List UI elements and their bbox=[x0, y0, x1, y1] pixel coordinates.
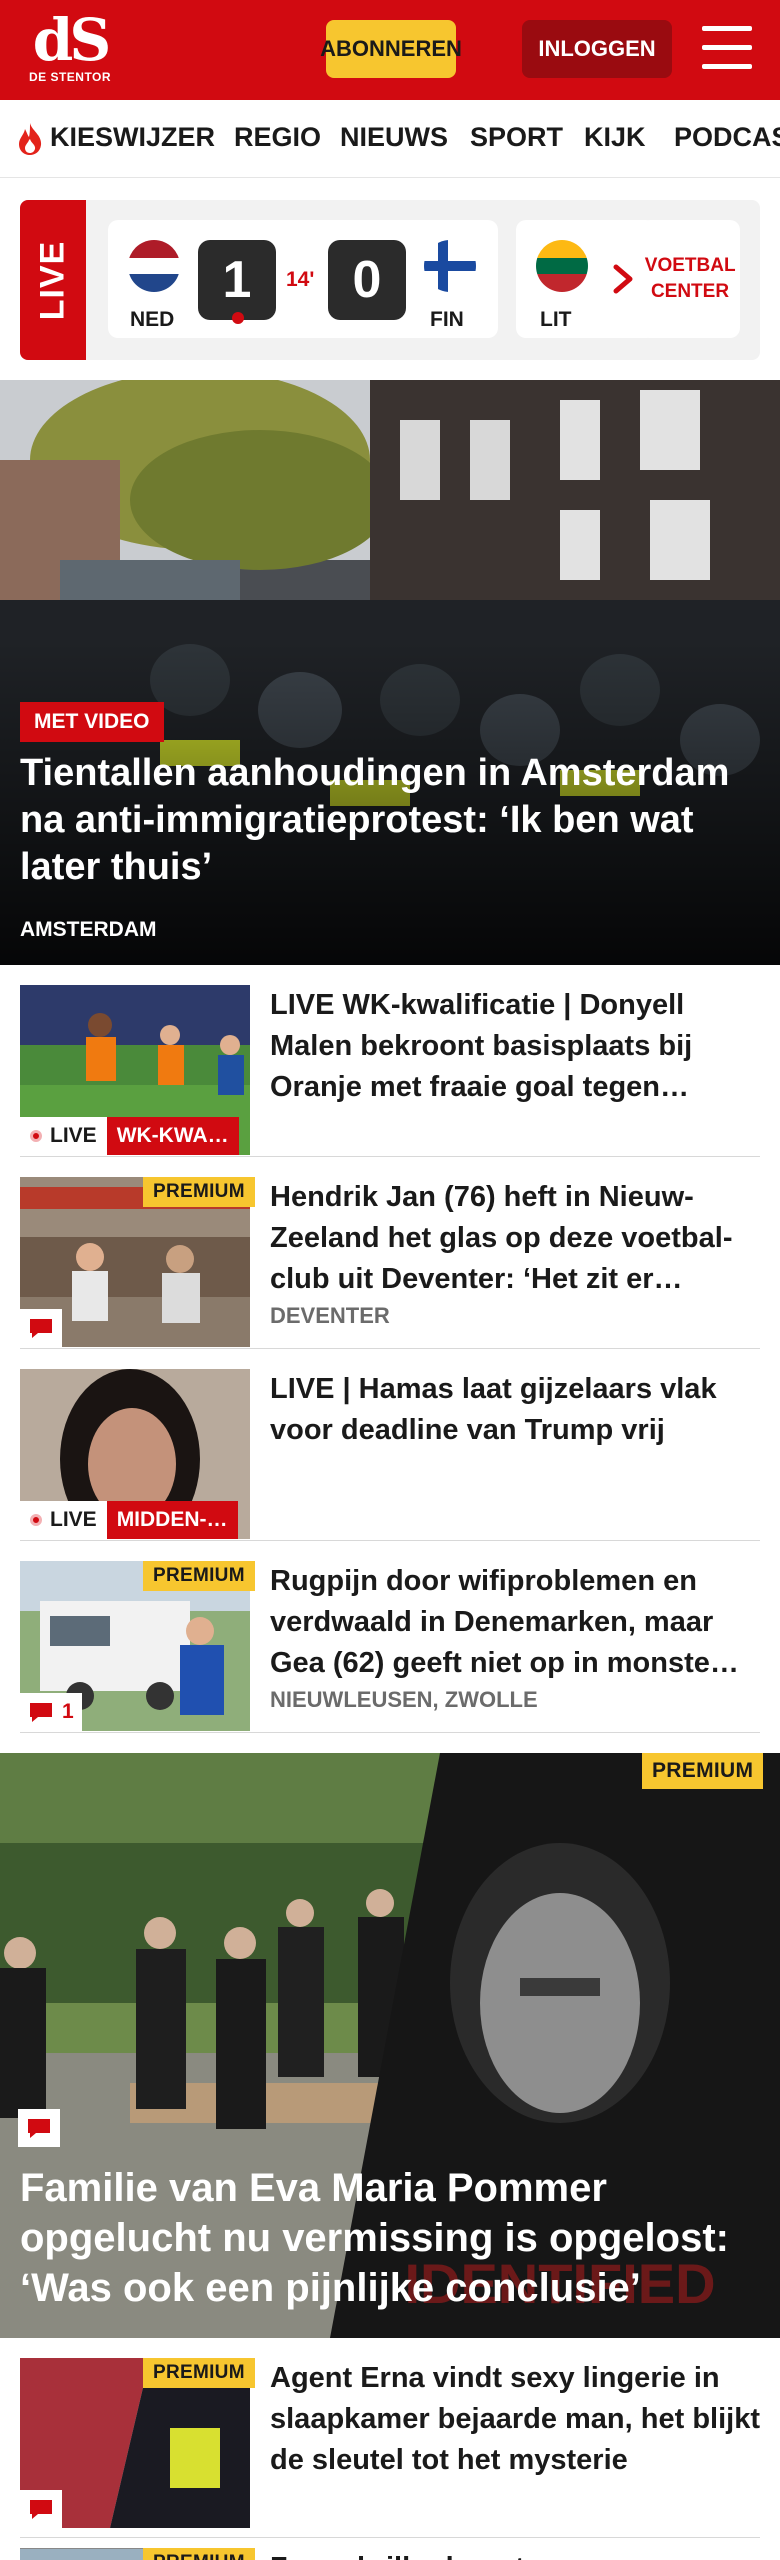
logo-subtitle: DE STENTOR bbox=[28, 70, 112, 84]
comment-icon bbox=[30, 1703, 52, 1722]
list-item[interactable]: PREMIUM Agent Erna vindt sexy lingerie i… bbox=[20, 2338, 760, 2538]
nav-item-podcast[interactable]: PODCAST bbox=[674, 122, 780, 153]
comment-icon bbox=[30, 1319, 52, 1338]
live-dot-icon bbox=[30, 1130, 42, 1142]
nav-item-nieuws[interactable]: NIEUWS bbox=[340, 122, 448, 153]
subscribe-button[interactable]: ABONNEREN bbox=[320, 20, 462, 78]
list-item[interactable]: PREMIUM Hendrik Jan (76) heft in Nieuw-Z… bbox=[20, 1157, 760, 1349]
feature-article[interactable]: IDENTIFIED PREMIUM Familie van Eva Maria… bbox=[0, 1753, 780, 2338]
login-button[interactable]: INLOGGEN bbox=[522, 20, 672, 78]
premium-badge: PREMIUM bbox=[143, 2358, 255, 2388]
home-score: 1 bbox=[198, 240, 276, 320]
nav-item-kieswijzer[interactable]: KIESWIJZER bbox=[50, 122, 215, 153]
scoring-dot bbox=[232, 312, 244, 324]
list-item[interactable]: LIVE WK-KWA… LIVE WK-kwalificatie | Dony… bbox=[20, 965, 760, 1157]
flame-icon bbox=[19, 123, 42, 155]
live-tag: LIVE bbox=[20, 200, 86, 360]
voetbal-center-button[interactable]: VOETBAL CENTER bbox=[640, 220, 740, 338]
comments-badge bbox=[20, 1309, 62, 1347]
comment-count: 1 bbox=[62, 1700, 74, 1723]
logo-mark: dS bbox=[32, 6, 111, 74]
article-location: NIEUWLEUSEN, ZWOLLE bbox=[270, 1687, 538, 1712]
away-score: 0 bbox=[328, 240, 406, 320]
live-badge: LIVE WK-KWA… bbox=[20, 1117, 239, 1155]
premium-badge: PREMIUM bbox=[143, 2548, 255, 2560]
list-item[interactable]: PREMIUM 1 Rugpijn door wifiproblemen en … bbox=[20, 1541, 760, 1733]
next-team: LIT bbox=[540, 308, 572, 331]
list-item[interactable]: LIVE MIDDEN-… LIVE | Hamas laat gijzelaa… bbox=[20, 1349, 760, 1541]
comment-icon bbox=[30, 2500, 52, 2519]
premium-badge: PREMIUM bbox=[143, 1177, 255, 1207]
video-badge: MET VIDEO bbox=[20, 702, 164, 742]
nav-item-sport[interactable]: SPORT bbox=[470, 122, 563, 153]
premium-badge: PREMIUM bbox=[642, 1753, 764, 1789]
site-header: dS DE STENTOR ABONNEREN INLOGGEN bbox=[0, 0, 780, 100]
hero-location: AMSTERDAM bbox=[20, 918, 157, 941]
article-title[interactable]: Agent Erna vindt sexy lingerie in slaapk… bbox=[270, 2358, 760, 2481]
site-logo[interactable]: dS DE STENTOR bbox=[28, 6, 112, 88]
premium-badge: PREMIUM bbox=[143, 1561, 255, 1591]
nav-item-kijk[interactable]: KIJK bbox=[584, 122, 646, 153]
away-team: FIN bbox=[430, 308, 464, 331]
live-badge: LIVE MIDDEN-… bbox=[20, 1501, 238, 1539]
finland-flag-icon bbox=[424, 240, 476, 292]
list-item[interactable]: PREMIUM Zonnebriller koopt bbox=[20, 2538, 760, 2560]
article-location: DEVENTER bbox=[270, 1303, 390, 1328]
article-title[interactable]: LIVE WK-kwalificatie | Donyell Malen bek… bbox=[270, 985, 760, 1108]
match-card-ned-fin[interactable]: NED 1 14' 0 FIN bbox=[108, 220, 498, 338]
live-dot-icon bbox=[30, 1514, 42, 1526]
hamburger-icon[interactable] bbox=[702, 26, 752, 70]
netherlands-flag-icon bbox=[128, 240, 180, 292]
article-title[interactable]: Rugpijn door wifiproblemen en verdwaald … bbox=[270, 1561, 760, 1684]
main-navigation: KIESWIJZER REGIO NIEUWS SPORT KIJK PODCA… bbox=[0, 100, 780, 178]
hero-title[interactable]: Tientallen aanhoudingen in Amsterdam na … bbox=[20, 750, 760, 891]
comment-icon bbox=[28, 2119, 50, 2138]
comments-badge bbox=[20, 2490, 62, 2528]
article-title[interactable]: Zonnebriller koopt bbox=[270, 2548, 760, 2560]
lithuania-flag-icon bbox=[536, 240, 588, 292]
feature-title[interactable]: Familie van Eva Maria Pommer opgelucht n… bbox=[20, 2163, 760, 2313]
comments-badge[interactable]: 1 bbox=[20, 1693, 82, 1731]
nav-item-regio[interactable]: REGIO bbox=[234, 122, 321, 153]
article-title[interactable]: Hendrik Jan (76) heft in Nieuw-Zeeland h… bbox=[270, 1177, 760, 1300]
home-team: NED bbox=[130, 308, 175, 331]
comments-badge bbox=[18, 2109, 60, 2147]
live-scores-strip: LIVE NED 1 14' 0 FIN LIT VOETBAL CENTER bbox=[20, 200, 760, 360]
chevron-right-icon[interactable] bbox=[610, 264, 636, 294]
article-title[interactable]: LIVE | Hamas laat gijzelaars vlak voor d… bbox=[270, 1369, 760, 1451]
match-minute: 14' bbox=[286, 268, 315, 291]
hero-article[interactable]: MET VIDEO Tientallen aanhoudingen in Ams… bbox=[0, 380, 780, 965]
